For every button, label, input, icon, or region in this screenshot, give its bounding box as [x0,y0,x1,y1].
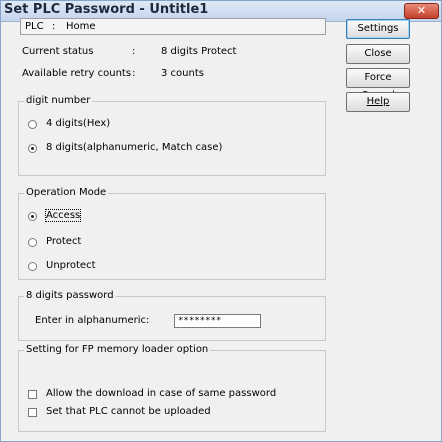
option-4-digits-label[interactable]: 4 digits(Hex) [46,118,110,129]
checkbox-allow-download[interactable] [28,390,37,399]
password-field-label: Enter in alphanumeric: [35,315,150,326]
radio-unprotect[interactable] [28,262,37,271]
operation-mode-legend: Operation Mode [24,187,109,198]
plc-display: PLC : Home [20,18,326,35]
current-status-value: 8 digits Protect [161,46,237,57]
window-title: Set PLC Password - Untitle1 [4,2,209,17]
current-status-separator: : [132,46,136,57]
checkbox-no-upload[interactable] [28,408,37,417]
option-protect-label[interactable]: Protect [46,236,81,247]
password-legend: 8 digits password [24,290,116,301]
window-close-button[interactable]: ✕ [404,3,439,19]
plc-value: Home [66,21,96,32]
current-status-label: Current status [22,46,94,57]
plc-label: PLC [25,21,44,32]
no-upload-label[interactable]: Set that PLC cannot be uploaded [46,406,211,417]
option-8-digits-label[interactable]: 8 digits(alphanumeric, Match case) [46,142,222,153]
retry-count-label: Available retry counts [22,68,132,79]
option-unprotect-label[interactable]: Unprotect [46,260,96,271]
digit-number-group: digit number [18,95,326,176]
retry-count-value: 3 counts [161,68,204,79]
loader-option-legend: Setting for FP memory loader option [24,344,211,355]
close-icon: ✕ [416,4,427,17]
option-access-label[interactable]: Access [44,209,82,222]
digit-number-legend: digit number [24,95,93,106]
help-button[interactable]: Help [346,92,410,112]
radio-access[interactable] [28,212,37,221]
dialog-window: Set PLC Password - Untitle1 ✕ PLC : Home… [0,0,442,442]
force-cancel-button[interactable]: Force Cancel [346,68,410,101]
close-button[interactable]: Close [346,44,410,64]
radio-8-digits[interactable] [28,144,37,153]
radio-protect[interactable] [28,238,37,247]
retry-count-separator: : [132,68,136,79]
plc-separator: : [52,21,56,32]
allow-download-label[interactable]: Allow the download in case of same passw… [46,388,276,399]
radio-4-digits[interactable] [28,120,37,129]
password-input[interactable]: ******** [174,314,261,328]
settings-button[interactable]: Settings [346,19,410,39]
